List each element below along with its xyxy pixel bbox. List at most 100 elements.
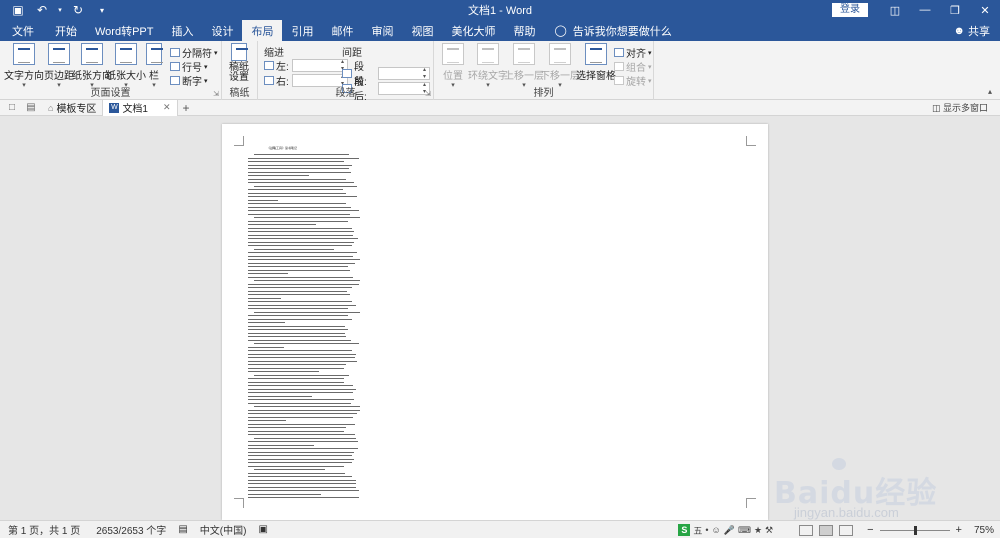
- columns-icon: [146, 43, 163, 65]
- columns-button[interactable]: 栏 ▾: [146, 43, 163, 90]
- undo-icon[interactable]: ↶: [32, 1, 52, 19]
- dropdown-icon[interactable]: ▾: [56, 1, 64, 19]
- document-workspace[interactable]: 《战略工具》读书笔记 Baidu经验 jingyan.baidu.com: [0, 117, 1000, 520]
- tab-template-zone[interactable]: ⌂ 模板专区: [42, 99, 104, 116]
- group-button[interactable]: 组合 ▾: [614, 59, 652, 74]
- zoom-slider-thumb[interactable]: [913, 525, 917, 535]
- text-line: [254, 248, 334, 250]
- bring-forward-button[interactable]: 上移一层 ▾: [504, 43, 544, 90]
- align-button[interactable]: 对齐 ▾: [614, 45, 652, 60]
- margin-corner-mark: [234, 136, 244, 146]
- customize-qat-icon[interactable]: ▾: [92, 1, 112, 19]
- document-page[interactable]: 《战略工具》读书笔记: [222, 124, 768, 520]
- language-indicator[interactable]: 中文(中国): [192, 522, 255, 537]
- dialog-launcher-icon[interactable]: ⇲: [425, 90, 431, 98]
- tab-design[interactable]: 设计: [202, 20, 242, 41]
- tab-mailings[interactable]: 邮件: [322, 20, 362, 41]
- macro-record-icon[interactable]: ▣: [254, 524, 271, 535]
- word-count[interactable]: 2653/2653 个字: [88, 522, 174, 537]
- text-line: [248, 315, 348, 317]
- position-icon: [442, 43, 464, 65]
- text-line: [248, 322, 286, 324]
- zoom-in-button[interactable]: +: [956, 524, 962, 536]
- tab-help[interactable]: 帮助: [504, 20, 544, 41]
- collapse-ribbon-icon[interactable]: ▴: [988, 87, 992, 96]
- zoom-out-button[interactable]: −: [867, 524, 873, 536]
- sogou-ime-icon: S: [678, 524, 691, 536]
- add-tab-icon[interactable]: +: [183, 101, 190, 115]
- tab-beautify[interactable]: 美化大师: [442, 20, 504, 41]
- text-line: [248, 336, 347, 338]
- title-bar: ▣ ↶ ▾ ↻ ▾ 文档1 - Word 登录 ◫ — ❐ ✕: [0, 0, 1000, 20]
- text-line: [248, 353, 357, 355]
- show-multi-window-button[interactable]: ◫ 显示多窗口: [932, 101, 988, 114]
- tab-references[interactable]: 引用: [282, 20, 322, 41]
- restore-icon[interactable]: ❐: [940, 0, 970, 20]
- text-line: [248, 395, 312, 397]
- draft-settings-button[interactable]: 稿纸 设置: [229, 43, 249, 83]
- status-bar: 第 1 页，共 1 页 2653/2653 个字 ▤ 中文(中国) ▣ S 五 …: [0, 520, 1000, 538]
- redo-icon[interactable]: ↻: [68, 1, 88, 19]
- text-line: [248, 497, 360, 499]
- breaks-button[interactable]: 分隔符 ▾: [170, 45, 218, 60]
- position-button[interactable]: 位置 ▾: [442, 43, 464, 90]
- text-line: [248, 458, 354, 460]
- text-line: [248, 203, 347, 205]
- text-line: [248, 269, 351, 271]
- ribbon-display-options-icon[interactable]: ◫: [880, 0, 910, 20]
- tab-word-to-ppt[interactable]: Word转PPT: [86, 20, 162, 41]
- selection-pane-button[interactable]: 选择窗格: [576, 43, 616, 82]
- web-layout-button[interactable]: [839, 524, 854, 536]
- wrap-text-button[interactable]: 环绕文字 ▾: [468, 43, 508, 90]
- login-button[interactable]: 登录: [832, 3, 868, 17]
- ime-toolbar[interactable]: S 五 • ☺ 🎤 ⌨ ★ ⚒: [678, 524, 773, 537]
- text-line: [248, 329, 349, 331]
- tab-insert[interactable]: 插入: [162, 20, 202, 41]
- send-backward-button[interactable]: 下移一层 ▾: [540, 43, 580, 90]
- margins-button[interactable]: 页边距 ▾: [44, 43, 74, 90]
- text-line: [254, 154, 349, 156]
- tab-review[interactable]: 审阅: [362, 20, 402, 41]
- dialog-launcher-icon[interactable]: ⇲: [213, 90, 219, 98]
- tab-view[interactable]: 视图: [402, 20, 442, 41]
- tab-home[interactable]: 开始: [46, 20, 86, 41]
- save-icon[interactable]: ▣: [8, 1, 28, 19]
- zoom-slider[interactable]: [879, 525, 950, 535]
- text-line: [254, 406, 360, 408]
- close-icon[interactable]: ✕: [970, 0, 1000, 20]
- open-folder-icon[interactable]: ▤: [24, 102, 38, 114]
- multi-window-icon: ◫: [931, 103, 941, 113]
- tab-layout[interactable]: 布局: [242, 20, 283, 41]
- wrap-text-icon: [477, 43, 499, 65]
- ime-emoji-icon: ☺: [711, 525, 721, 535]
- new-document-icon[interactable]: □: [5, 102, 19, 114]
- text-line: [248, 339, 351, 341]
- text-line: [248, 409, 360, 411]
- zoom-level[interactable]: 75%: [974, 525, 994, 536]
- page-count[interactable]: 第 1 页，共 1 页: [0, 522, 88, 537]
- minimize-icon[interactable]: —: [910, 0, 940, 20]
- text-line: [248, 455, 352, 457]
- tell-me-search[interactable]: ◯ 告诉我你想要做什么: [544, 20, 671, 41]
- share-button[interactable]: ☻ 共享: [953, 20, 990, 41]
- group-label-paragraph: 段落: [335, 88, 356, 99]
- print-layout-button[interactable]: [819, 524, 834, 536]
- close-tab-icon[interactable]: ✕: [163, 102, 171, 113]
- document-tab-bar: □ ▤ ⌂ 模板专区 W 文档1 ✕ + ◫ 显示多窗口: [0, 99, 1000, 116]
- read-mode-button[interactable]: [799, 524, 814, 536]
- text-line: [248, 479, 356, 481]
- text-line: [248, 388, 356, 390]
- person-icon: ☻: [953, 24, 965, 37]
- indent-left-input[interactable]: [292, 59, 348, 73]
- text-line: [254, 469, 325, 471]
- text-line: [248, 220, 349, 222]
- tab-file[interactable]: 文件: [0, 20, 46, 41]
- size-button[interactable]: 纸张大小 ▾: [106, 43, 146, 90]
- text-line: [248, 385, 354, 387]
- text-line: [248, 371, 319, 373]
- document-body-text[interactable]: [248, 146, 360, 502]
- text-direction-button[interactable]: 文字方向 ▾: [4, 43, 44, 90]
- line-numbers-button[interactable]: 行号 ▾: [170, 59, 208, 74]
- tab-document1[interactable]: W 文档1 ✕: [103, 99, 178, 116]
- proofing-icon[interactable]: ▤: [174, 524, 191, 535]
